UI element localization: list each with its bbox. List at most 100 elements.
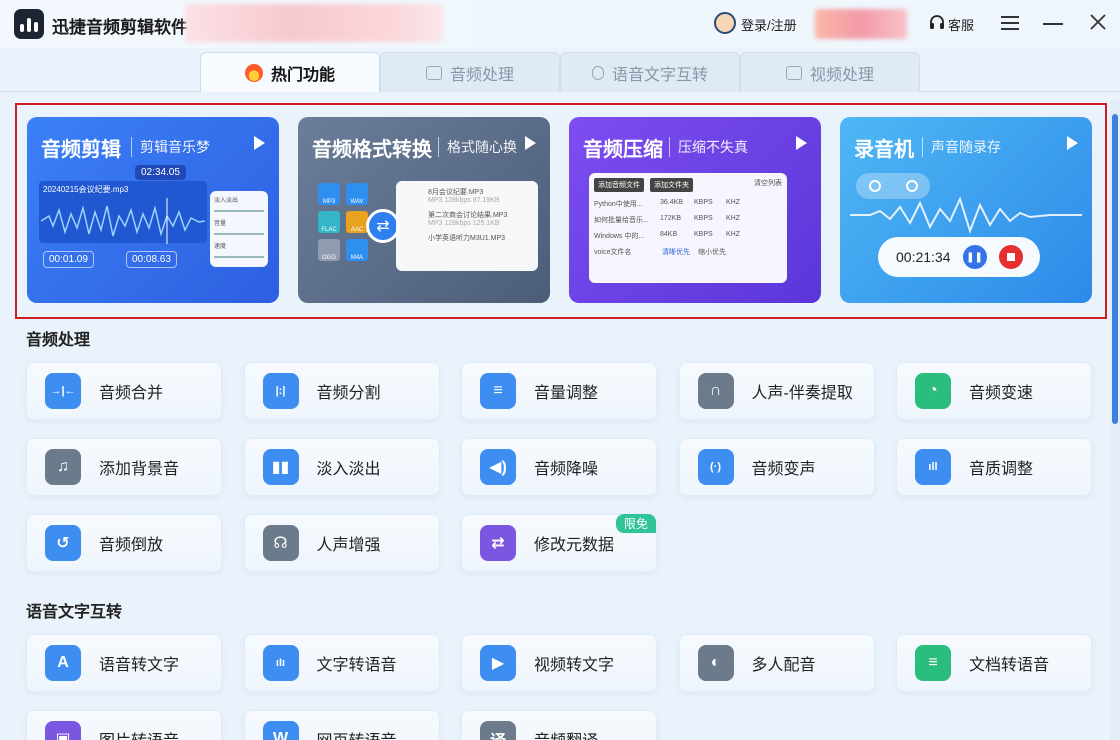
tool-voice-change[interactable]: (·) 音频变声	[678, 438, 875, 496]
play-circle-icon: ▶	[480, 645, 516, 681]
row-name: 如何批量给音乐...	[594, 217, 649, 224]
merge-icon: →|←	[45, 373, 81, 409]
slider[interactable]	[214, 233, 264, 235]
section-title-speech: 语音文字互转	[26, 604, 123, 621]
tool-split[interactable]: |:| 音频分割	[243, 362, 440, 420]
user-avatar-icon[interactable]	[714, 12, 736, 34]
feature-card-compress[interactable]: 音频压缩 压缩不失真 添加音频文件 添加文件夹 清空列表 Python中使用..…	[569, 117, 821, 303]
tool-reverse[interactable]: ↺ 音频倒放	[26, 514, 222, 572]
add-folder-button[interactable]: 添加文件夹	[650, 178, 693, 192]
feature-subtitle: 剪辑音乐梦	[131, 137, 210, 157]
document-icon: ≡	[915, 645, 951, 681]
smaller-first-radio[interactable]: 缩小优先	[698, 247, 726, 257]
add-file-button[interactable]: 添加音频文件	[594, 178, 644, 192]
clarity-first-radio[interactable]: 清晰优先	[662, 247, 690, 257]
tool-metadata[interactable]: ⇄ 修改元数据 限免	[461, 514, 657, 572]
tool-quality[interactable]: ıll 音质调整	[896, 438, 1092, 496]
feature-card-audio-clip[interactable]: 音频剪辑 剪辑音乐梦 02:34.05 20240215会议纪要.mp3 淡入淡…	[27, 117, 279, 303]
row-rate: KHZ	[726, 199, 740, 206]
waveform-icon: ıIı	[262, 645, 299, 681]
tab-video-processing[interactable]: 视频处理	[740, 52, 920, 92]
scrollbar-thumb[interactable]	[1112, 114, 1118, 424]
tool-label: 添加背景音	[99, 461, 180, 478]
volume-sliders-icon: ≡	[480, 373, 516, 409]
file-name: 20240215会议纪要.mp3	[43, 185, 129, 194]
letter-a-icon: A	[45, 645, 81, 681]
record-time: 00:21:34	[896, 249, 951, 265]
file-list-panel: 8月会议纪要.MP3 MP3 128kbps 87.19KB 第二次商会讨论结果…	[396, 181, 538, 271]
tool-label: 音频降噪	[534, 461, 599, 478]
tool-label: 音质调整	[969, 461, 1034, 478]
web-icon: W	[262, 721, 299, 740]
file-name: 8月会议纪要.MP3	[428, 189, 484, 196]
convert-icon: ⇄	[366, 209, 400, 243]
pause-button[interactable]: ❚❚	[962, 245, 987, 269]
close-icon[interactable]	[1088, 12, 1108, 32]
waveform-icon	[40, 198, 206, 244]
clear-list-button[interactable]: 清空列表	[754, 178, 782, 192]
slider[interactable]	[214, 256, 264, 258]
main-tabs: 热门功能 音频处理 语音文字互转 视频处理	[200, 52, 920, 92]
tool-mic[interactable]: ◐ 多人配音	[678, 634, 875, 692]
vip-banner[interactable]	[815, 9, 907, 39]
feature-title: 音频格式转换	[312, 139, 432, 161]
app-title: 迅捷音频剪辑软件	[52, 18, 188, 37]
headset-icon[interactable]	[928, 14, 946, 32]
option-label: 淡入淡出	[214, 198, 239, 204]
translate-icon: 译	[480, 721, 516, 740]
feature-card-format-convert[interactable]: 音频格式转换 格式随心换 MP3 WAV FLAC AAC OGG M4A ⇄ …	[298, 117, 550, 303]
options-panel: 淡入淡出 音量 速度	[210, 191, 268, 267]
service-link[interactable]: 客服	[948, 15, 974, 34]
promo-banner[interactable]	[185, 4, 443, 42]
tool-play-circle[interactable]: ▶ 视频转文字	[461, 634, 657, 692]
tool-label: 视频转文字	[534, 657, 615, 674]
headphone-icon: ∩	[697, 373, 734, 409]
speaker-icon: ◀)	[480, 449, 516, 485]
slider[interactable]	[214, 210, 264, 212]
tool-translate[interactable]: 译 音频翻译	[461, 710, 657, 740]
tool-label: 修改元数据	[534, 537, 615, 554]
end-time-input[interactable]: 00:08.63	[126, 251, 177, 268]
tool-speaker[interactable]: ◀) 音频降噪	[461, 438, 657, 496]
tab-speech-text[interactable]: 语音文字互转	[560, 52, 740, 92]
tool-voice-enhance[interactable]: ☊ 人声增强	[243, 514, 440, 572]
format-file-icon: M4A	[346, 239, 368, 261]
minimize-icon[interactable]	[1043, 23, 1063, 25]
feature-card-recorder[interactable]: 录音机 声音随录存 00:21:34 ❚❚	[840, 117, 1092, 303]
tool-waveform[interactable]: ıIı 文字转语音	[243, 634, 440, 692]
tool-label: 文档转语音	[969, 657, 1050, 674]
tool-volume-sliders[interactable]: ≡ 音量调整	[461, 362, 657, 420]
time-marker: 02:34.05	[135, 165, 186, 180]
voice-enhance-icon: ☊	[262, 525, 299, 561]
tool-label: 图片转语音	[99, 727, 179, 740]
settings-icon[interactable]	[868, 180, 881, 192]
tab-hot-features[interactable]: 热门功能	[200, 52, 380, 92]
tool-image[interactable]: ▣ 图片转语音	[26, 710, 222, 740]
tab-audio-processing[interactable]: 音频处理	[380, 52, 560, 92]
tool-headphone[interactable]: ∩ 人声-伴奏提取	[678, 362, 875, 420]
login-link[interactable]: 登录/注册	[741, 15, 797, 34]
stop-button[interactable]	[998, 245, 1023, 269]
row-size: 172KB	[660, 215, 682, 222]
file-name: 小学英语听力M3U1.MP3	[428, 235, 506, 242]
tab-label: 视频处理	[809, 66, 874, 84]
format-file-icon: OGG	[318, 239, 340, 261]
clock-icon[interactable]	[905, 180, 918, 192]
split-icon: |:|	[262, 373, 299, 409]
tool-label: 音频倒放	[99, 537, 164, 554]
file-meta: MP3 128kbps 125.1KB	[428, 220, 500, 227]
free-badge: 限免	[615, 514, 656, 533]
row-bitrate: KBPS	[694, 215, 713, 222]
tool-letter-a[interactable]: A 语音转文字	[26, 634, 222, 692]
tool-document[interactable]: ≡ 文档转语音	[896, 634, 1092, 692]
tool-web[interactable]: W 网页转语音	[243, 710, 440, 740]
format-file-icon: FLAC	[318, 211, 340, 233]
tool-speed[interactable]: ◔ 音频变速	[896, 362, 1092, 420]
start-time-input[interactable]: 00:01.09	[43, 251, 94, 268]
menu-icon[interactable]	[1000, 14, 1020, 32]
tab-label: 音频处理	[449, 66, 514, 84]
tool-bars[interactable]: ▮▮ 淡入淡出	[243, 438, 440, 496]
row-bitrate: KBPS	[694, 199, 713, 206]
tool-merge[interactable]: →|← 音频合并	[26, 362, 222, 420]
tool-music-note[interactable]: ♫ 添加背景音	[26, 438, 222, 496]
